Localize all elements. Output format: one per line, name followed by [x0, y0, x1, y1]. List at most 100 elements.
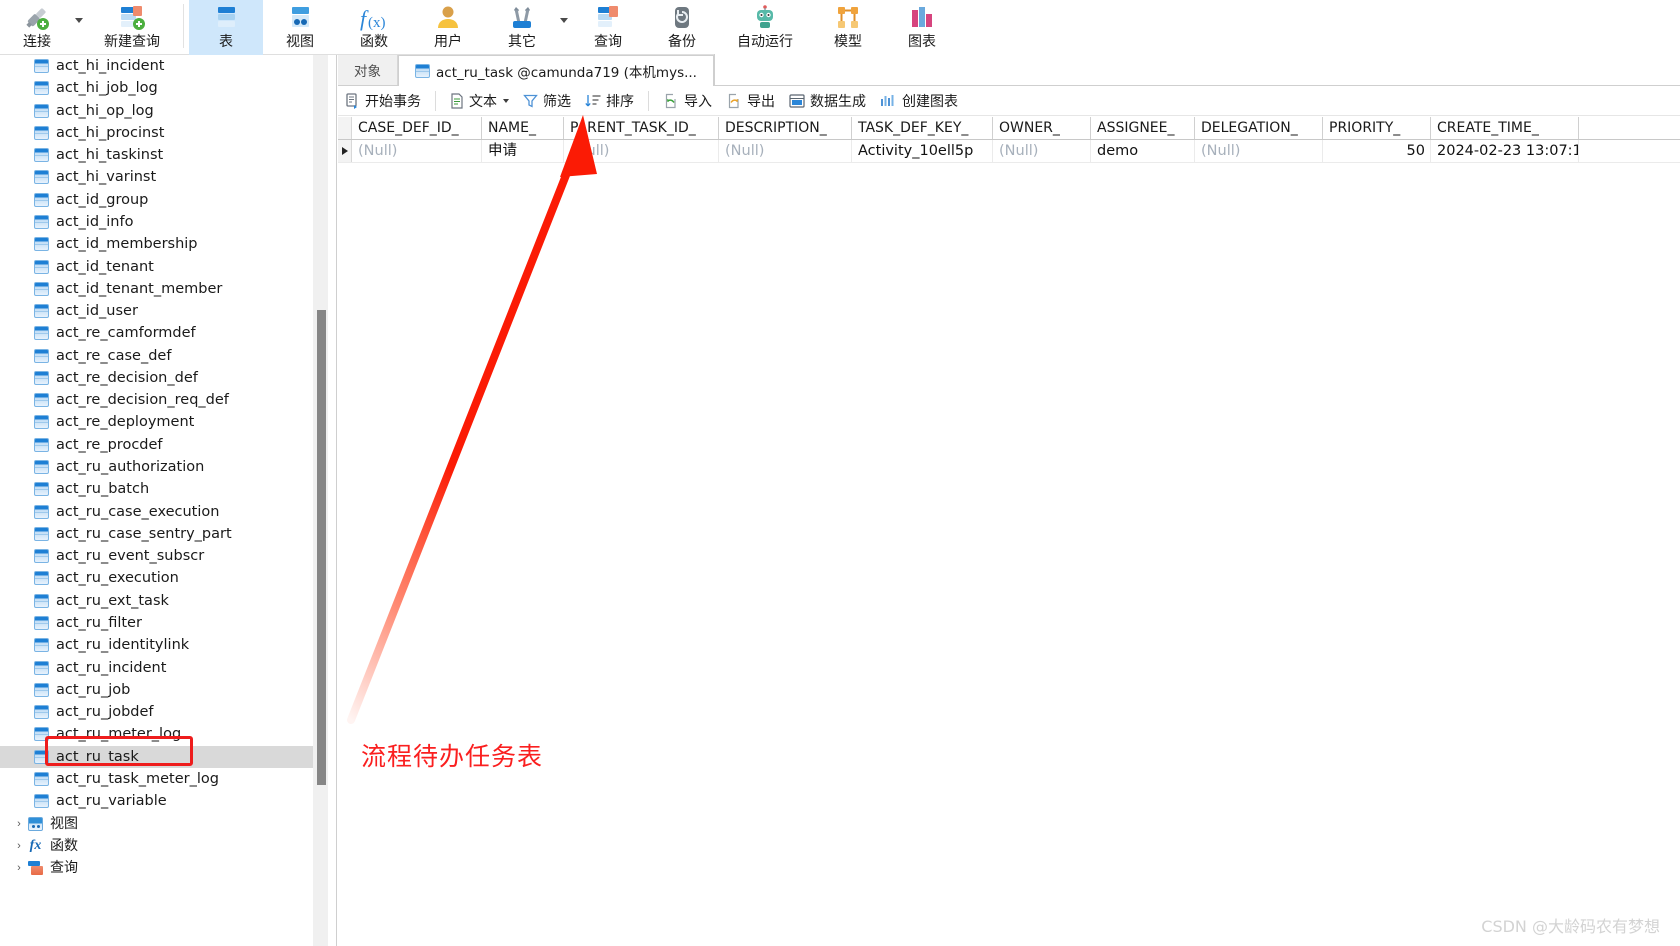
connect-dropdown-caret[interactable] — [74, 0, 86, 55]
tree-item-table[interactable]: act_ru_meter_log — [0, 723, 320, 745]
tree-item-table[interactable]: act_ru_task_meter_log — [0, 768, 320, 790]
table-icon — [34, 237, 49, 252]
tree-item-table[interactable]: act_ru_authorization — [0, 456, 320, 478]
tree-item-table[interactable]: act_ru_jobdef — [0, 701, 320, 723]
grid-column-header[interactable]: DELEGATION_ — [1195, 117, 1323, 139]
grid-column-header[interactable]: DESCRIPTION_ — [719, 117, 852, 139]
ribbon-button-chart[interactable]: 图表 — [885, 0, 959, 55]
grid-column-header[interactable]: PARENT_TASK_ID_ — [564, 117, 719, 139]
tree-item-table[interactable]: act_ru_batch — [0, 478, 320, 500]
table-icon — [34, 794, 49, 809]
tree-item-table[interactable]: act_ru_identitylink — [0, 634, 320, 656]
tree-item-table[interactable]: act_hi_op_log — [0, 100, 320, 122]
grid-cell-name[interactable]: 申请 — [482, 140, 564, 162]
row-indicator[interactable] — [338, 140, 352, 162]
chevron-right-icon[interactable]: › — [12, 862, 26, 874]
tab-objects[interactable]: 对象 — [338, 55, 398, 85]
ribbon-button-automation[interactable]: 自动运行 — [719, 0, 811, 55]
tree-item-table[interactable]: act_id_group — [0, 189, 320, 211]
tree-item-table[interactable]: act_ru_job — [0, 679, 320, 701]
tree-item-table[interactable]: act_ru_case_execution — [0, 501, 320, 523]
grid-cell-create-time[interactable]: 2024-02-23 13:07:1 — [1431, 140, 1579, 162]
tree-item-table[interactable]: act_id_tenant_member — [0, 278, 320, 300]
grid-cell-owner[interactable]: (Null) — [993, 140, 1091, 162]
tree-item-table[interactable]: act_re_procdef — [0, 434, 320, 456]
grid-column-header[interactable]: OWNER_ — [993, 117, 1091, 139]
action-text[interactable]: 文本 — [443, 88, 516, 114]
action-data-generation[interactable]: 数据生成 — [782, 88, 873, 114]
grid-column-header[interactable]: CREATE_TIME_ — [1431, 117, 1579, 139]
chevron-down-icon[interactable] — [503, 98, 509, 103]
tree-item-table[interactable]: act_re_camformdef — [0, 322, 320, 344]
main-content-pane: 对象 act_ru_task @camunda719 (本机mys... 开始事… — [338, 54, 1680, 946]
action-create-chart[interactable]: 创建图表 — [873, 88, 965, 114]
tree-item-table[interactable]: act_hi_incident — [0, 55, 320, 77]
action-sort[interactable]: 排序 — [578, 88, 641, 114]
table-row[interactable]: (Null) 申请 (Null) (Null) Activity_10ell5p (Nul… — [338, 140, 1680, 163]
tree-item-table[interactable]: act_hi_taskinst — [0, 144, 320, 166]
tree-item-table[interactable]: act_ru_case_sentry_part — [0, 523, 320, 545]
ribbon-button-user[interactable]: 用户 — [411, 0, 485, 55]
ribbon-button-view[interactable]: 视图 — [263, 0, 337, 55]
ribbon-button-backup[interactable]: 备份 — [645, 0, 719, 55]
ribbon-button-function[interactable]: f (x) 函数 — [337, 0, 411, 55]
tree-item-table[interactable]: act_hi_procinst — [0, 122, 320, 144]
tree-item-table[interactable]: act_re_decision_req_def — [0, 389, 320, 411]
grid-column-header[interactable]: NAME_ — [482, 117, 564, 139]
chevron-down-icon — [560, 18, 568, 23]
action-export[interactable]: 导出 — [719, 88, 782, 114]
grid-action-toolbar: 开始事务 文本 筛选 排序 导入 导出 数据生成 创建图表 — [338, 86, 1680, 116]
tree-item-table[interactable]: act_id_info — [0, 211, 320, 233]
tree-item-table[interactable]: act_ru_filter — [0, 612, 320, 634]
ribbon-button-table[interactable]: 表 — [189, 0, 263, 55]
ribbon-button-model[interactable]: 模型 — [811, 0, 885, 55]
tree-item-table[interactable]: act_ru_variable — [0, 790, 320, 812]
grid-cell-case-def-id[interactable]: (Null) — [352, 140, 482, 162]
tree-item-table[interactable]: act_re_deployment — [0, 411, 320, 433]
tree-item-table[interactable]: act_re_case_def — [0, 345, 320, 367]
other-dropdown-caret[interactable] — [559, 0, 571, 55]
tree-item-table[interactable]: act_id_user — [0, 300, 320, 322]
table-icon — [34, 705, 49, 720]
table-icon — [34, 460, 49, 475]
ribbon-button-new-query[interactable]: 新建查询 — [86, 0, 178, 55]
tree-item-table[interactable]: act_hi_job_log — [0, 77, 320, 99]
user-icon — [435, 3, 461, 33]
grid-cell-task-def-key[interactable]: Activity_10ell5p — [852, 140, 993, 162]
tree-item-table[interactable]: act_ru_ext_task — [0, 590, 320, 612]
tree-item-table[interactable]: act_ru_task — [0, 745, 320, 768]
ribbon-button-query[interactable]: 查询 — [571, 0, 645, 55]
grid-column-header[interactable]: ASSIGNEE_ — [1091, 117, 1195, 139]
tree-item-table[interactable]: act_id_membership — [0, 233, 320, 255]
tree-item-label: act_ru_incident — [56, 659, 167, 676]
tree-item-label: act_id_tenant — [56, 258, 154, 275]
action-begin-transaction[interactable]: 开始事务 — [338, 88, 428, 114]
grid-cell-delegation[interactable]: (Null) — [1195, 140, 1323, 162]
ribbon-button-other[interactable]: 其它 — [485, 0, 559, 55]
tree-item-table[interactable]: act_ru_incident — [0, 657, 320, 679]
action-filter[interactable]: 筛选 — [516, 88, 578, 114]
grid-column-header[interactable]: CASE_DEF_ID_ — [352, 117, 482, 139]
tree-group-queries[interactable]: › 查询 — [0, 857, 320, 879]
tree-item-table[interactable]: act_re_decision_def — [0, 367, 320, 389]
tab-act-ru-task[interactable]: act_ru_task @camunda719 (本机mys... — [398, 55, 714, 86]
data-grid[interactable]: CASE_DEF_ID_ NAME_ PARENT_TASK_ID_ DESCRIPT… — [338, 117, 1680, 946]
grid-column-header[interactable]: TASK_DEF_KEY_ — [852, 117, 993, 139]
action-import[interactable]: 导入 — [656, 88, 719, 114]
grid-cell-priority[interactable]: 50 — [1323, 140, 1431, 162]
sidebar-scrollbar-thumb[interactable] — [317, 310, 326, 785]
chevron-right-icon[interactable]: › — [12, 818, 26, 830]
grid-column-header[interactable]: PRIORITY_ — [1323, 117, 1431, 139]
grid-cell-description[interactable]: (Null) — [719, 140, 852, 162]
tree-item-table[interactable]: act_ru_event_subscr — [0, 545, 320, 567]
grid-cell-parent-task-id[interactable]: (Null) — [564, 140, 719, 162]
tree-item-table[interactable]: act_hi_varinst — [0, 166, 320, 188]
tree-group-functions[interactable]: › fx 函数 — [0, 835, 320, 857]
chevron-right-icon[interactable]: › — [12, 840, 26, 852]
tree-item-table[interactable]: act_ru_execution — [0, 567, 320, 589]
tree-item-table[interactable]: act_id_tenant — [0, 256, 320, 278]
grid-cell-assignee[interactable]: demo — [1091, 140, 1195, 162]
object-tree-sidebar[interactable]: act_hi_incident act_hi_job_log act_hi_op_l… — [0, 55, 337, 946]
ribbon-button-connect[interactable]: 连接 — [0, 0, 74, 55]
tree-group-views[interactable]: › 视图 — [0, 813, 320, 835]
